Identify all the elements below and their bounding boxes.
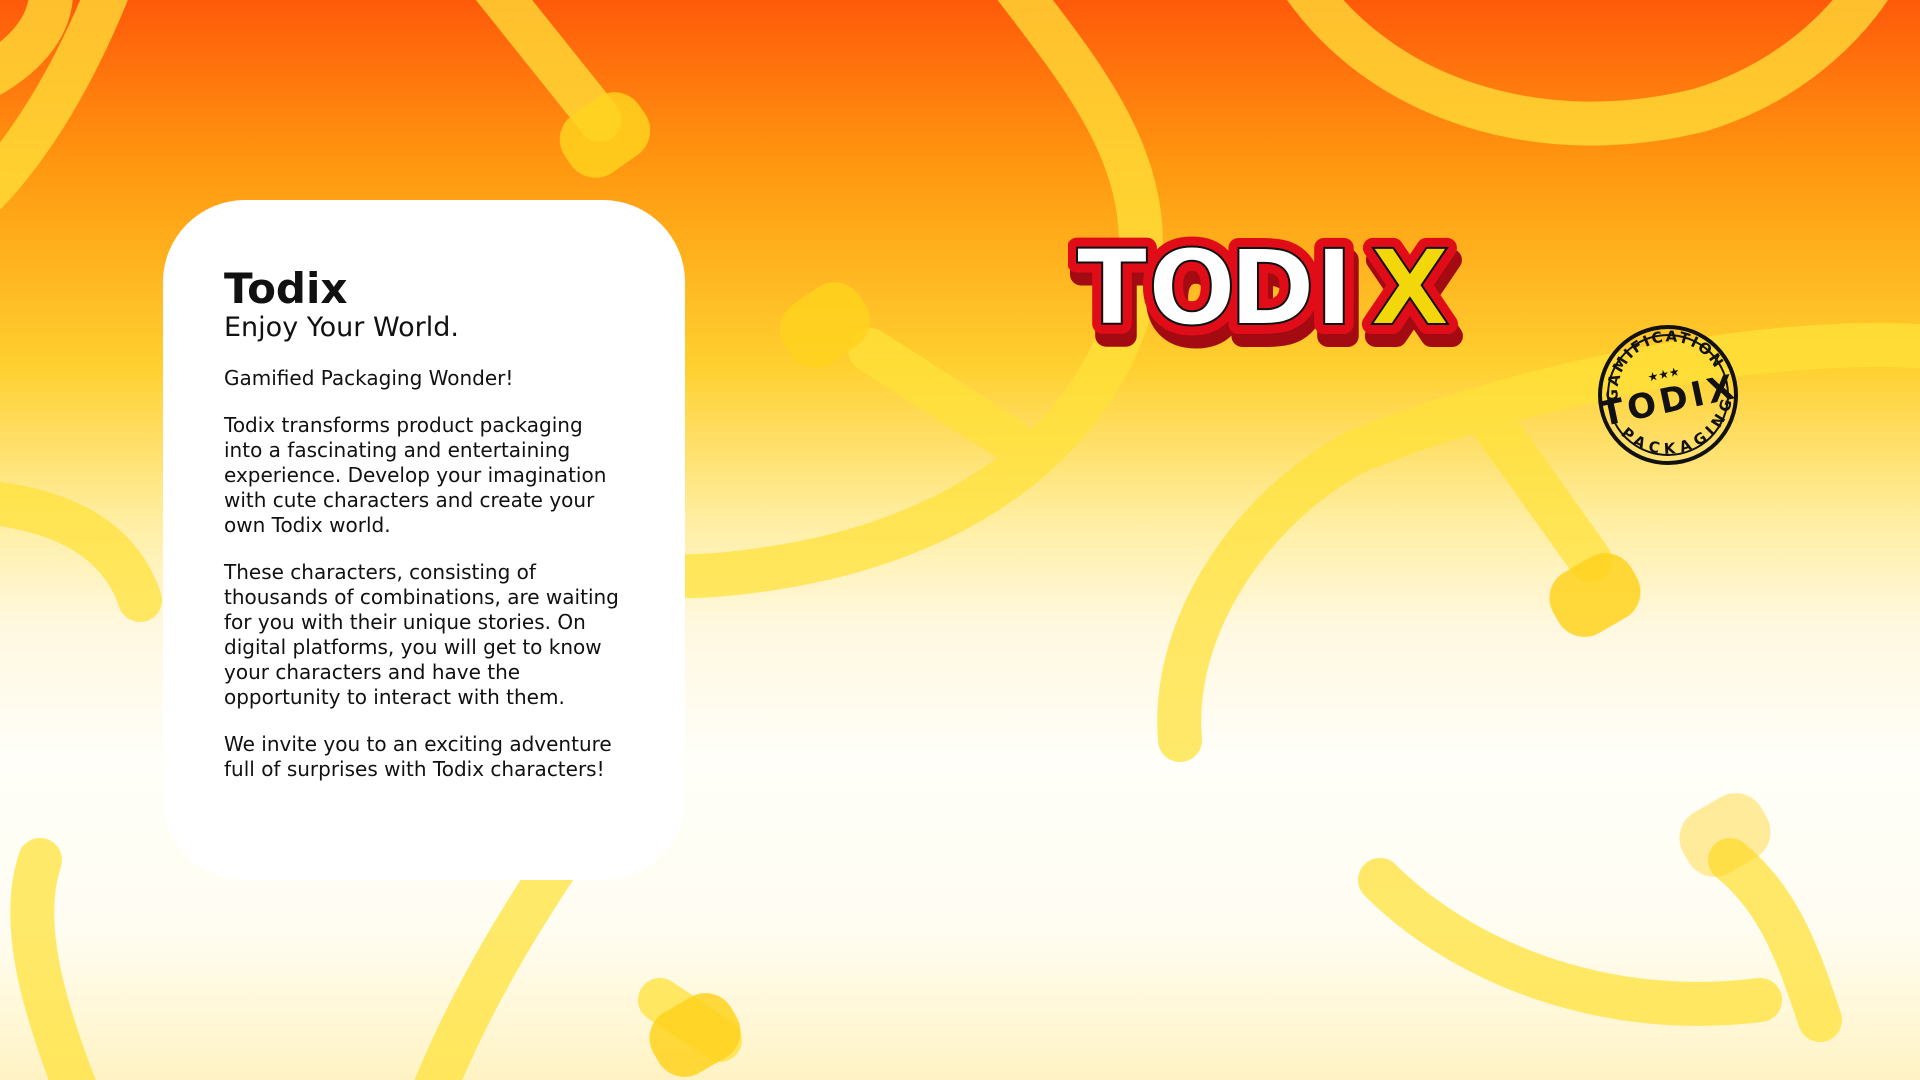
logo-letter: I	[1315, 227, 1354, 349]
card-tagline: Gamified Packaging Wonder!	[224, 366, 514, 390]
info-card: Todix Enjoy Your World. Gamified Packagi…	[163, 200, 685, 880]
card-title: Todix	[224, 264, 348, 313]
gamification-badge-logo: GAMIFICATION PACKAGING ★★★ TODIX	[1591, 320, 1745, 469]
logo-letter: D	[1229, 227, 1315, 349]
card-subtitle: Enjoy Your World.	[224, 312, 459, 343]
todix-logo: T O D I X T O D I X T O D I X	[1068, 220, 1465, 360]
card-paragraph: These characters, consisting of thousand…	[224, 560, 619, 709]
logo-letter: O	[1148, 227, 1236, 349]
logo-letter-x: X	[1370, 227, 1450, 349]
card-paragraph: We invite you to an exciting adventure f…	[224, 732, 612, 781]
logo-letter: T	[1077, 227, 1148, 349]
card-paragraph: Todix transforms product packaging into …	[224, 413, 607, 537]
